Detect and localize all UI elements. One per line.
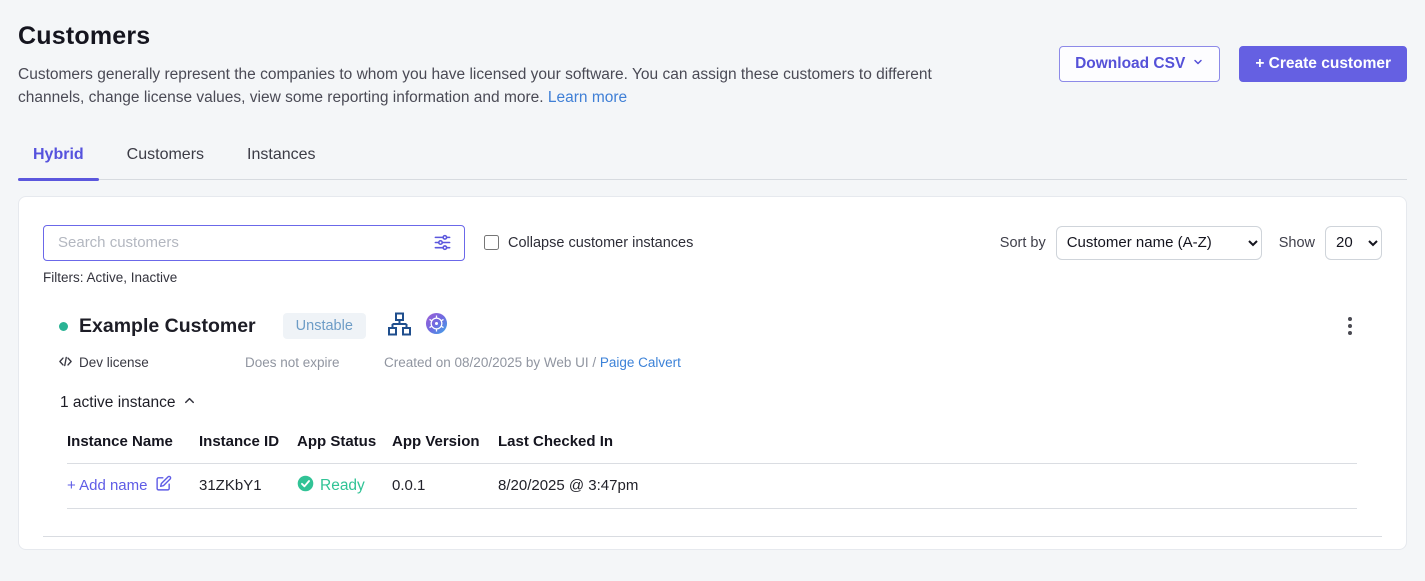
created-by-user-link[interactable]: Paige Calvert <box>600 355 681 370</box>
collapse-instances-label: Collapse customer instances <box>508 235 693 251</box>
filter-sliders-icon[interactable] <box>431 231 454 254</box>
toolbar-right: Sort by Customer name (A-Z) Show 20 <box>1000 226 1382 260</box>
col-instance-name: Instance Name <box>67 433 199 450</box>
show-label: Show <box>1279 235 1315 251</box>
license-type-label: Dev license <box>79 355 149 370</box>
download-csv-button[interactable]: Download CSV <box>1059 46 1220 82</box>
kubernetes-icon <box>425 312 448 340</box>
instance-id-value: 31ZKbY1 <box>199 477 297 494</box>
page-description: Customers generally represent the compan… <box>18 64 983 110</box>
chevron-up-icon <box>182 393 197 413</box>
last-checked-in-value: 8/20/2025 @ 3:47pm <box>498 477 1357 494</box>
instance-row: + Add name 31ZKbY1 Ready 0.0.1 8/20/2025… <box>67 463 1357 509</box>
page-header: Customers Customers generally represent … <box>0 0 1425 110</box>
collapse-instances-checkbox[interactable] <box>484 235 499 250</box>
sitemap-icon <box>387 312 412 341</box>
collapse-instances-control: Collapse customer instances <box>484 235 693 251</box>
show-count-select[interactable]: 20 <box>1325 226 1382 260</box>
search-box <box>43 225 465 261</box>
expiry-text: Does not expire <box>245 355 384 370</box>
edit-pencil-icon[interactable] <box>155 475 172 496</box>
download-csv-label: Download CSV <box>1075 55 1185 73</box>
created-by-text: Created on 08/20/2025 by Web UI / Paige … <box>384 355 681 370</box>
customer-meta-row: Dev license Does not expire Created on 0… <box>43 354 1382 372</box>
channel-badge: Unstable <box>283 313 366 339</box>
chevron-down-icon <box>1192 55 1204 73</box>
app-version-value: 0.0.1 <box>392 477 498 494</box>
tab-hybrid[interactable]: Hybrid <box>18 142 99 179</box>
tab-bar: Hybrid Customers Instances <box>18 142 1407 180</box>
description-text: Customers generally represent the compan… <box>18 66 932 106</box>
col-last-checked-in: Last Checked In <box>498 433 1357 450</box>
customers-panel: Collapse customer instances Sort by Cust… <box>18 196 1407 550</box>
tab-instances[interactable]: Instances <box>232 142 330 179</box>
code-icon <box>58 354 73 372</box>
col-app-status: App Status <box>297 433 392 450</box>
search-input[interactable] <box>58 234 431 251</box>
create-customer-button[interactable]: + Create customer <box>1239 46 1407 82</box>
toolbar: Collapse customer instances Sort by Cust… <box>43 225 1382 261</box>
sort-select[interactable]: Customer name (A-Z) <box>1056 226 1262 260</box>
install-type-icons <box>387 312 448 341</box>
license-type: Dev license <box>58 354 245 372</box>
active-status-dot <box>59 322 68 331</box>
instances-table-header: Instance Name Instance ID App Status App… <box>67 433 1357 463</box>
page-title: Customers <box>18 22 1059 51</box>
customer-name-link[interactable]: Example Customer <box>79 315 256 338</box>
customer-header-row: Example Customer Unstable <box>43 312 1382 341</box>
app-status-value: Ready <box>297 475 392 497</box>
col-app-version: App Version <box>392 433 498 450</box>
instances-table: Instance Name Instance ID App Status App… <box>67 433 1357 509</box>
tab-customers[interactable]: Customers <box>112 142 219 179</box>
instances-summary-label: 1 active instance <box>60 394 175 412</box>
col-instance-id: Instance ID <box>199 433 297 450</box>
card-bottom-divider <box>43 536 1382 537</box>
check-circle-icon <box>297 475 314 497</box>
customer-options-kebab[interactable] <box>1344 313 1356 339</box>
sort-by-label: Sort by <box>1000 235 1046 251</box>
active-filters-text: Filters: Active, Inactive <box>43 270 1382 285</box>
instances-collapse-toggle[interactable]: 1 active instance <box>43 393 197 413</box>
add-instance-name-button[interactable]: + Add name <box>67 475 199 496</box>
learn-more-link[interactable]: Learn more <box>548 89 627 106</box>
header-actions: Download CSV + Create customer <box>1059 46 1407 82</box>
